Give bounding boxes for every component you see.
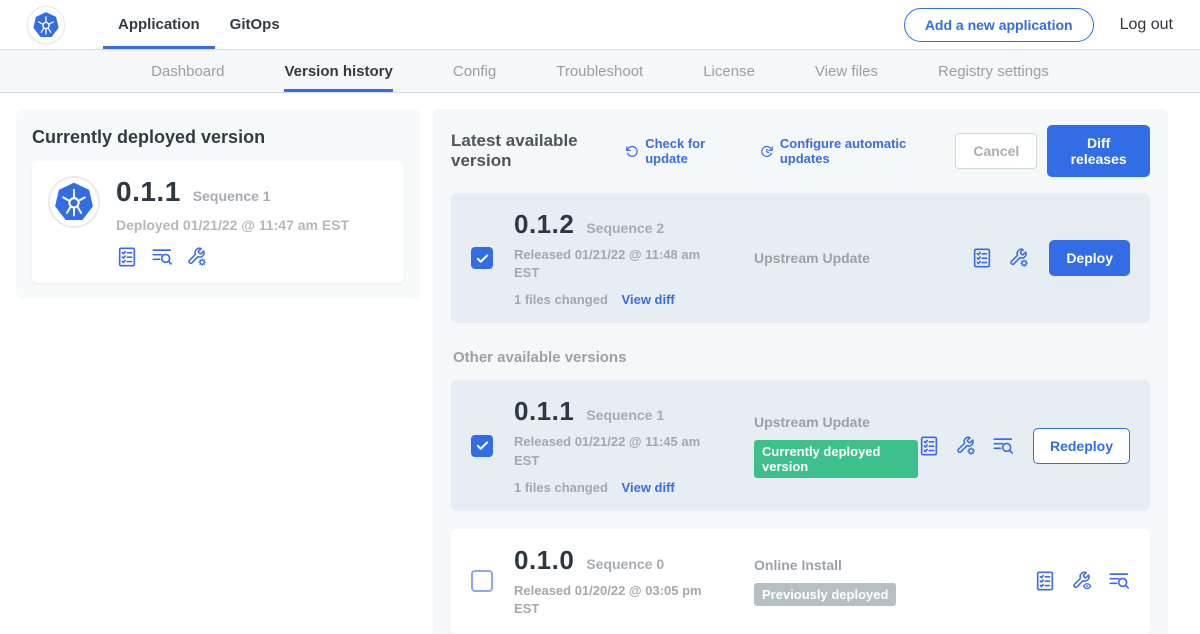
sequence-label: Sequence 0 xyxy=(586,556,664,572)
configure-automatic-updates-label: Configure automatic updates xyxy=(780,136,927,166)
deploy-logs-icon[interactable] xyxy=(1108,570,1130,592)
deploy-button[interactable]: Deploy xyxy=(1049,240,1130,276)
subnav-tab-view-files[interactable]: View files xyxy=(815,50,878,92)
check-for-update-label: Check for update xyxy=(645,136,732,166)
deploy-logs-icon[interactable] xyxy=(992,435,1014,457)
tab-application-label: Application xyxy=(118,16,200,33)
version-source-label: Online Install xyxy=(754,557,1034,573)
subnav-tab-license[interactable]: License xyxy=(703,50,755,92)
subnav-tab-dashboard[interactable]: Dashboard xyxy=(151,50,224,92)
available-versions-panel: Latest available version Check for updat… xyxy=(433,109,1168,634)
currently-deployed-panel: Currently deployed version 0.1.1 Sequenc… xyxy=(16,109,420,299)
top-tabs: Application GitOps xyxy=(103,0,295,49)
version-row-0-1-2: 0.1.2 Sequence 2 Released 01/21/22 @ 11:… xyxy=(451,193,1150,323)
version-history-page: Currently deployed version 0.1.1 Sequenc… xyxy=(0,93,1200,634)
tab-gitops-label: GitOps xyxy=(230,16,280,33)
refresh-icon xyxy=(625,143,639,160)
logout-link[interactable]: Log out xyxy=(1120,16,1173,34)
schedule-refresh-icon xyxy=(760,143,774,160)
release-notes-icon[interactable] xyxy=(918,435,940,457)
edit-config-icon[interactable] xyxy=(955,435,977,457)
configure-automatic-updates-link[interactable]: Configure automatic updates xyxy=(760,136,927,166)
subnav-tab-troubleshoot[interactable]: Troubleshoot xyxy=(556,50,643,92)
version-source-label: Upstream Update xyxy=(754,250,971,266)
kubernetes-logo-icon xyxy=(27,6,65,44)
view-diff-link[interactable]: View diff xyxy=(622,480,675,495)
available-panel-title: Latest available version xyxy=(451,131,609,171)
checkmark-icon xyxy=(475,438,490,453)
edit-config-icon[interactable] xyxy=(1008,247,1030,269)
sequence-label: Sequence 2 xyxy=(586,220,664,236)
view-diff-link[interactable]: View diff xyxy=(622,292,675,307)
top-navigation: Application GitOps Add a new application… xyxy=(0,0,1200,50)
released-timestamp: Released 01/20/22 @ 03:05 pm EST xyxy=(514,582,714,618)
release-notes-icon[interactable] xyxy=(1034,570,1056,592)
deployed-panel-title: Currently deployed version xyxy=(32,127,404,148)
top-right-actions: Add a new application Log out xyxy=(904,0,1173,49)
currently-deployed-badge: Currently deployed version xyxy=(754,440,918,478)
version-number: 0.1.2 xyxy=(514,209,574,240)
app-subnav: Dashboard Version history Config Trouble… xyxy=(0,50,1200,93)
check-for-update-link[interactable]: Check for update xyxy=(625,136,732,166)
released-timestamp: Released 01/21/22 @ 11:45 am EST xyxy=(514,433,714,469)
tab-gitops[interactable]: GitOps xyxy=(215,0,295,49)
release-notes-icon[interactable] xyxy=(971,247,993,269)
deployed-timestamp: Deployed 01/21/22 @ 11:47 am EST xyxy=(116,217,349,233)
available-panel-header: Latest available version Check for updat… xyxy=(451,125,1150,177)
deployed-sequence-label: Sequence 1 xyxy=(193,188,271,204)
cancel-button[interactable]: Cancel xyxy=(955,133,1037,169)
version-0-1-1-checkbox[interactable] xyxy=(471,435,493,457)
diff-releases-button[interactable]: Diff releases xyxy=(1047,125,1150,177)
app-kubernetes-logo-icon xyxy=(48,176,100,228)
subnav-tab-registry-settings[interactable]: Registry settings xyxy=(938,50,1049,92)
other-versions-title: Other available versions xyxy=(453,349,1150,366)
deploy-logs-icon[interactable] xyxy=(151,246,173,268)
version-0-1-0-checkbox[interactable] xyxy=(471,570,493,592)
edit-config-icon[interactable] xyxy=(186,246,208,268)
previously-deployed-badge: Previously deployed xyxy=(754,583,896,606)
version-row-0-1-1: 0.1.1 Sequence 1 Released 01/21/22 @ 11:… xyxy=(451,380,1150,510)
add-application-button[interactable]: Add a new application xyxy=(904,8,1094,42)
release-notes-icon[interactable] xyxy=(116,246,138,268)
version-source-label: Upstream Update xyxy=(754,414,918,430)
subnav-tab-config[interactable]: Config xyxy=(453,50,496,92)
tab-application[interactable]: Application xyxy=(103,0,215,49)
version-number: 0.1.1 xyxy=(514,396,574,427)
files-changed-label: 1 files changed xyxy=(514,480,608,495)
sequence-label: Sequence 1 xyxy=(586,407,664,423)
version-row-0-1-0: 0.1.0 Sequence 0 Released 01/20/22 @ 03:… xyxy=(451,529,1150,634)
version-number: 0.1.0 xyxy=(514,545,574,576)
deployed-version-card: 0.1.1 Sequence 1 Deployed 01/21/22 @ 11:… xyxy=(32,161,404,283)
redeploy-button[interactable]: Redeploy xyxy=(1033,428,1130,464)
files-changed-label: 1 files changed xyxy=(514,292,608,307)
version-0-1-2-checkbox[interactable] xyxy=(471,247,493,269)
deployed-version-number: 0.1.1 xyxy=(116,176,181,208)
checkmark-icon xyxy=(475,251,490,266)
view-config-icon[interactable] xyxy=(1071,570,1093,592)
subnav-tab-version-history[interactable]: Version history xyxy=(284,50,392,92)
released-timestamp: Released 01/21/22 @ 11:48 am EST xyxy=(514,246,714,282)
